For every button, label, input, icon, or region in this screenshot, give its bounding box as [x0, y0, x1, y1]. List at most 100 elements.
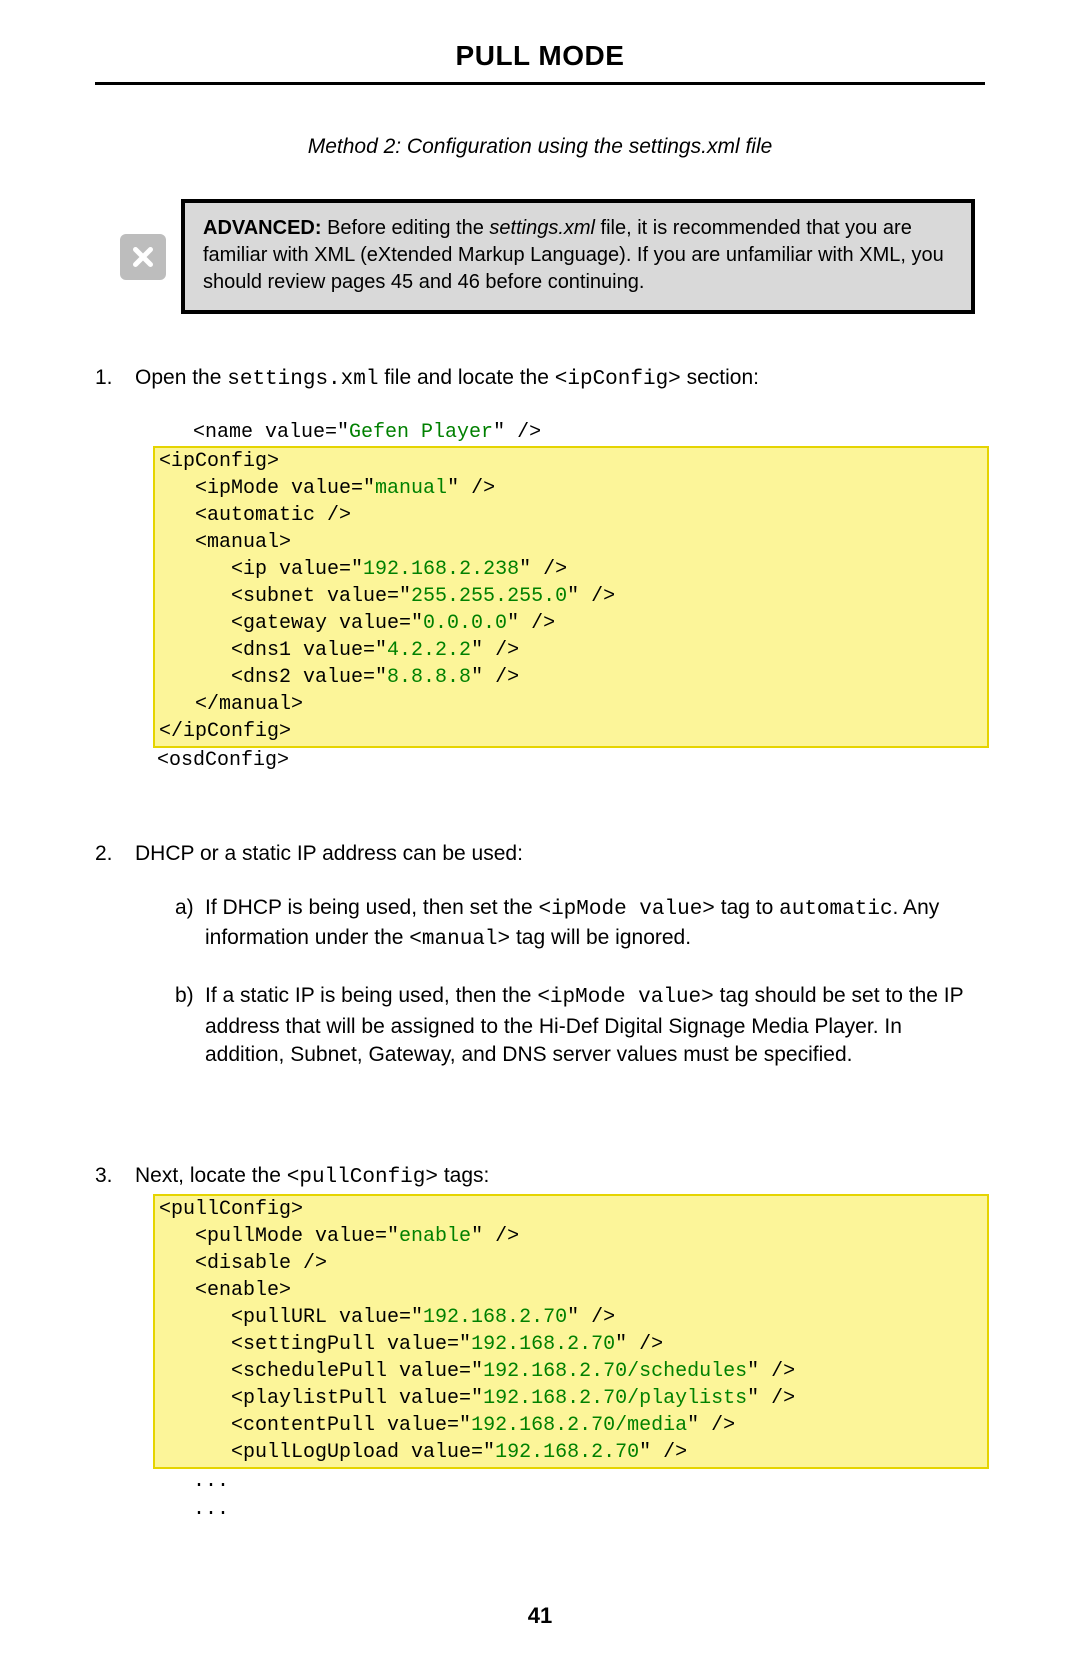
c: " /> — [471, 639, 519, 662]
step-body: Open the settings.xml file and locate th… — [135, 364, 985, 830]
c: " /> — [747, 1360, 795, 1383]
c: " /> — [567, 585, 615, 608]
c: Gefen Player — [349, 421, 493, 444]
highlight: </ipConfig> — [153, 718, 989, 748]
t: <manual> — [409, 928, 510, 951]
c: " /> — [567, 1306, 615, 1329]
c: 8.8.8.8 — [387, 666, 471, 689]
step-number: 3. — [95, 1162, 135, 1523]
step-body: Next, locate the <pullConfig> tags: <pul… — [135, 1162, 985, 1523]
c: 192.168.2.70 — [495, 1441, 639, 1464]
c: <pullURL value=" — [159, 1306, 423, 1329]
c: " /> — [471, 666, 519, 689]
highlight: </manual> — [153, 691, 989, 719]
c: " /> — [615, 1333, 663, 1356]
c: 192.168.2.238 — [363, 558, 519, 581]
c: <settingPull value=" — [159, 1333, 471, 1356]
c: </manual> — [159, 693, 303, 716]
c: <pullMode value=" — [159, 1225, 399, 1248]
highlight: <dns2 value="8.8.8.8" /> — [153, 664, 989, 692]
c: <pullLogUpload value=" — [159, 1441, 495, 1464]
highlight: <ipConfig> — [153, 446, 989, 476]
c: 192.168.2.70/schedules — [483, 1360, 747, 1383]
highlight: <pullLogUpload value="192.168.2.70" /> — [153, 1439, 989, 1469]
c: <manual> — [159, 531, 291, 554]
c: 255.255.255.0 — [411, 585, 567, 608]
advanced-box: ADVANCED: Before editing the settings.xm… — [181, 199, 975, 314]
c: <ip value=" — [159, 558, 363, 581]
step-list: 1. Open the settings.xml file and locate… — [95, 364, 985, 1524]
t: tag will be ignored. — [510, 926, 691, 949]
step-body: DHCP or a static IP address can be used:… — [135, 840, 985, 1152]
highlight: <pullMode value="enable" /> — [153, 1223, 989, 1251]
c: <ipConfig> — [159, 450, 279, 473]
step1-code2: <ipConfig> — [555, 368, 681, 391]
code-block-ipconfig: <name value="Gefen Player" /> <ipConfig>… — [157, 419, 985, 775]
sub-letter: a) — [175, 894, 205, 955]
c: " /> — [687, 1414, 735, 1437]
advanced-note: ADVANCED: Before editing the settings.xm… — [120, 199, 975, 314]
page-title: PULL MODE — [95, 40, 985, 82]
c: <ipMode value=" — [159, 477, 375, 500]
c: 0.0.0.0 — [423, 612, 507, 635]
advanced-file: settings.xml — [489, 217, 595, 239]
step1-code1: settings.xml — [227, 368, 378, 391]
c: " /> — [493, 421, 541, 444]
header-rule — [95, 82, 985, 85]
advanced-label: ADVANCED: — [203, 217, 322, 239]
t: If DHCP is being used, then set the — [205, 896, 538, 919]
step-1: 1. Open the settings.xml file and locate… — [95, 364, 985, 830]
c: <dns2 value=" — [159, 666, 387, 689]
c: manual — [375, 477, 447, 500]
highlight: <gateway value="0.0.0.0" /> — [153, 610, 989, 638]
sub-body: If a static IP is being used, then the <… — [205, 982, 985, 1069]
step-number: 1. — [95, 364, 135, 830]
step3-post: tags: — [438, 1164, 489, 1187]
t: <ipMode value> — [537, 986, 713, 1009]
highlight: <dns1 value="4.2.2.2" /> — [153, 637, 989, 665]
step-2: 2. DHCP or a static IP address can be us… — [95, 840, 985, 1152]
highlight: <subnet value="255.255.255.0" /> — [153, 583, 989, 611]
highlight: <manual> — [153, 529, 989, 557]
c: 192.168.2.70/playlists — [483, 1387, 747, 1410]
c: </ipConfig> — [159, 720, 291, 743]
sub-body: If DHCP is being used, then set the <ipM… — [205, 894, 985, 955]
highlight: <ip value="192.168.2.238" /> — [153, 556, 989, 584]
c: ... — [157, 1470, 229, 1493]
highlight: <playlistPull value="192.168.2.70/playli… — [153, 1385, 989, 1413]
x-icon — [120, 234, 166, 280]
t: tag to — [715, 896, 779, 919]
sub-a: a) If DHCP is being used, then set the <… — [175, 894, 985, 955]
c: <gateway value=" — [159, 612, 423, 635]
step1-post: section: — [681, 366, 759, 389]
c: " /> — [639, 1441, 687, 1464]
highlight: <automatic /> — [153, 502, 989, 530]
highlight: <ipMode value="manual" /> — [153, 475, 989, 503]
highlight: <pullURL value="192.168.2.70" /> — [153, 1304, 989, 1332]
step3-code: <pullConfig> — [287, 1166, 438, 1189]
code-block-pullconfig: <pullConfig> <pullMode value="enable " />… — [157, 1194, 985, 1524]
c: <subnet value=" — [159, 585, 411, 608]
sub-letter: b) — [175, 982, 205, 1069]
c: <enable> — [159, 1279, 291, 1302]
c: <pullConfig> — [159, 1198, 303, 1221]
c: 192.168.2.70 — [423, 1306, 567, 1329]
sub-list: a) If DHCP is being used, then set the <… — [175, 894, 985, 1070]
highlight: <contentPull value="192.168.2.70/media" … — [153, 1412, 989, 1440]
t: <ipMode value> — [538, 898, 714, 921]
step-3: 3. Next, locate the <pullConfig> tags: <… — [95, 1162, 985, 1523]
c: 4.2.2.2 — [387, 639, 471, 662]
step3-pre: Next, locate the — [135, 1164, 287, 1187]
c: <disable /> — [159, 1252, 327, 1275]
method-subtitle: Method 2: Configuration using the settin… — [95, 135, 985, 159]
highlight: <settingPull value="192.168.2.70" /> — [153, 1331, 989, 1359]
sub-b: b) If a static IP is being used, then th… — [175, 982, 985, 1069]
highlight: <disable /> — [153, 1250, 989, 1278]
c: <osdConfig> — [157, 749, 289, 772]
step2-text: DHCP or a static IP address can be used: — [135, 842, 523, 865]
c: enable — [399, 1225, 471, 1248]
highlight: <enable> — [153, 1277, 989, 1305]
step1-mid: file and locate the — [378, 366, 554, 389]
c: <contentPull value=" — [159, 1414, 471, 1437]
c: 192.168.2.70 — [471, 1333, 615, 1356]
